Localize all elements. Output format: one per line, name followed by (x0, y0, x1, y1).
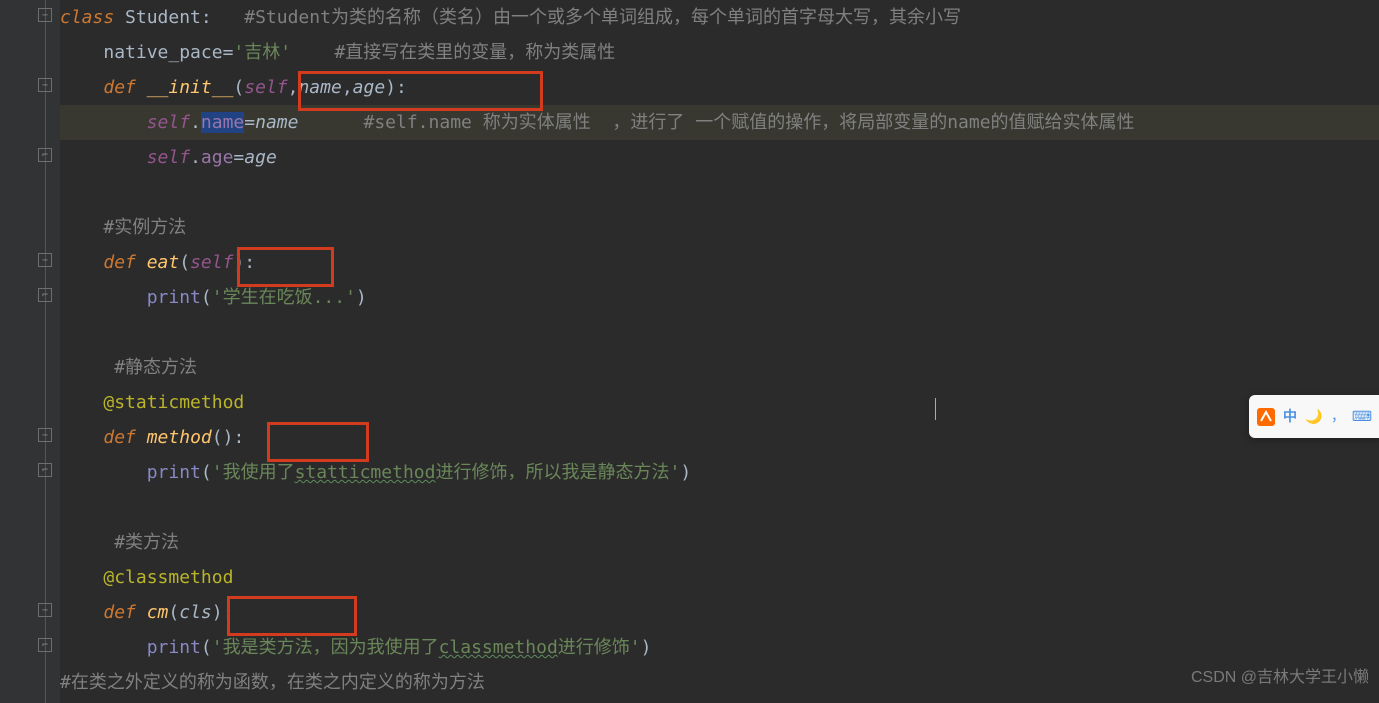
code-line[interactable] (60, 490, 1379, 525)
fold-marker[interactable]: − (38, 603, 52, 617)
fold-marker[interactable]: ⌐ (38, 148, 52, 162)
ime-logo-icon (1257, 408, 1275, 426)
fold-marker[interactable]: − (38, 428, 52, 442)
code-line[interactable]: print('我是类方法，因为我使用了classmethod进行修饰') (60, 630, 1379, 665)
code-line[interactable]: #类方法 (60, 525, 1379, 560)
fold-marker[interactable]: − (38, 78, 52, 92)
ime-lang-label[interactable]: 中 (1283, 399, 1297, 434)
code-line[interactable]: class Student: #Student为类的名称（类名）由一个或多个单词… (60, 0, 1379, 35)
code-line[interactable]: print('我使用了statticmethod进行修饰，所以我是静态方法') (60, 455, 1379, 490)
code-line[interactable]: def __init__(self,name,age): (60, 70, 1379, 105)
code-line[interactable]: self.age=age (60, 140, 1379, 175)
moon-icon[interactable]: 🌙 (1305, 408, 1323, 426)
fold-marker[interactable]: ⌐ (38, 288, 52, 302)
code-line[interactable]: #实例方法 (60, 210, 1379, 245)
code-line[interactable]: native_pace='吉林' #直接写在类里的变量，称为类属性 (60, 35, 1379, 70)
code-line[interactable]: #在类之外定义的称为函数，在类之内定义的称为方法 (60, 665, 1379, 700)
ime-toolbar[interactable]: 中 🌙 ， ⌨ (1249, 395, 1379, 438)
code-area[interactable]: class Student: #Student为类的名称（类名）由一个或多个单词… (60, 0, 1379, 703)
code-editor[interactable]: − − ⌐ − ⌐ − ⌐ − ⌐ class Student: #Studen… (0, 0, 1379, 703)
gutter: − − ⌐ − ⌐ − ⌐ − ⌐ (0, 0, 60, 703)
code-line[interactable]: @staticmethod (60, 385, 1379, 420)
fold-marker[interactable]: ⌐ (38, 463, 52, 477)
ime-punct-label[interactable]: ， (1331, 399, 1345, 434)
fold-marker[interactable]: ⌐ (38, 638, 52, 652)
code-line[interactable]: self.name=name #self.name 称为实体属性 ，进行了 一个… (60, 105, 1379, 140)
code-line[interactable] (60, 175, 1379, 210)
text-cursor (935, 398, 936, 420)
code-line[interactable]: @classmethod (60, 560, 1379, 595)
code-line[interactable]: def cm(cls): (60, 595, 1379, 630)
code-line[interactable]: print('学生在吃饭...') (60, 280, 1379, 315)
watermark: CSDN @吉林大学王小懒 (1191, 660, 1369, 695)
keyboard-icon[interactable]: ⌨ (1353, 408, 1371, 426)
fold-marker[interactable]: − (38, 8, 52, 22)
code-line[interactable]: def eat(self): (60, 245, 1379, 280)
fold-marker[interactable]: − (38, 253, 52, 267)
code-line[interactable]: def method(): (60, 420, 1379, 455)
code-line[interactable]: #静态方法 (60, 350, 1379, 385)
code-line[interactable] (60, 315, 1379, 350)
